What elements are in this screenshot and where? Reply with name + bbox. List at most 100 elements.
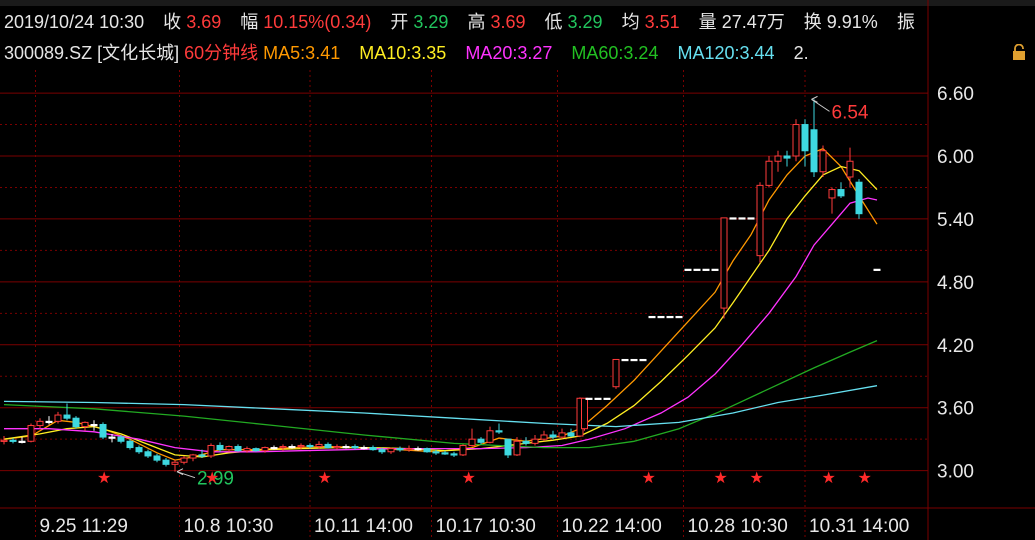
candle <box>792 119 800 162</box>
candle-body <box>324 443 332 449</box>
candle-body <box>684 268 692 271</box>
candle-body <box>549 434 557 438</box>
y-tick-label: 4.20 <box>937 336 974 357</box>
candle-body <box>162 459 170 465</box>
candle-body <box>99 423 107 438</box>
candle <box>846 147 854 188</box>
candle <box>324 442 332 449</box>
candle <box>594 397 602 400</box>
candle <box>162 458 170 467</box>
event-star-icon: ★ <box>714 468 728 487</box>
candle-layer <box>0 99 881 472</box>
candle <box>666 315 674 319</box>
candle <box>612 358 620 389</box>
candle <box>756 182 764 263</box>
candle-body <box>432 451 440 454</box>
candle <box>720 217 728 319</box>
candle <box>333 444 341 450</box>
candle-body <box>801 124 809 152</box>
candle <box>63 403 71 421</box>
candle <box>648 315 656 319</box>
candle <box>225 445 233 452</box>
candle-body <box>108 436 116 439</box>
candle <box>189 453 197 462</box>
y-tick-label: 5.40 <box>937 210 974 231</box>
candle <box>171 460 179 472</box>
candle-body <box>846 160 854 178</box>
candle <box>450 451 458 457</box>
candle <box>459 444 467 456</box>
candle-body <box>729 217 737 220</box>
candle <box>81 421 89 431</box>
y-tick-label: 6.60 <box>937 84 974 105</box>
candle <box>495 423 503 434</box>
x-tick-label: 9.25 11:29 <box>40 516 128 537</box>
x-tick-label: 10.11 14:00 <box>314 516 413 537</box>
candle-body <box>72 417 80 428</box>
candle <box>360 445 368 450</box>
candle <box>531 434 539 446</box>
candle <box>738 217 746 220</box>
candle-body <box>243 448 251 452</box>
event-star-icon: ★ <box>750 468 764 487</box>
candle-body <box>765 160 773 186</box>
candle-body <box>747 217 755 220</box>
candle <box>207 443 215 459</box>
candle <box>873 268 881 271</box>
ma10-line <box>3 165 878 458</box>
candle <box>369 445 377 451</box>
candle <box>810 99 818 177</box>
y-tick-label: 6.00 <box>937 147 974 168</box>
candle-body <box>378 449 386 453</box>
moving-average-layer <box>3 147 878 461</box>
candle-body <box>639 358 647 362</box>
candle <box>684 268 692 271</box>
candle <box>504 438 512 459</box>
candle <box>486 426 494 444</box>
candle <box>711 268 719 271</box>
candle-body <box>837 189 845 197</box>
candle-body <box>333 446 341 449</box>
candle <box>702 268 710 271</box>
candle-body <box>288 446 296 449</box>
candle-body <box>531 438 539 444</box>
candle <box>135 445 143 454</box>
candle-body <box>675 315 683 319</box>
event-star-icon: ★ <box>822 468 836 487</box>
candle <box>581 397 588 431</box>
candle-body <box>360 447 368 450</box>
candle-body <box>351 446 359 449</box>
candle-body <box>612 358 620 388</box>
candle-body <box>459 444 467 456</box>
candle-body <box>477 438 485 443</box>
candle-body <box>315 443 323 448</box>
candle-body <box>630 358 638 362</box>
candle-body <box>225 446 233 451</box>
event-star-icon: ★ <box>205 468 219 487</box>
candle <box>855 179 863 219</box>
candle-body <box>486 430 494 443</box>
candle-body <box>135 447 143 453</box>
candle-body <box>828 189 836 199</box>
candle-body <box>558 432 566 438</box>
candle-body <box>522 440 530 444</box>
candle <box>144 449 152 459</box>
candle-body <box>693 268 701 271</box>
candle-body <box>189 454 197 459</box>
candle-body <box>783 155 791 159</box>
y-tick-label: 4.80 <box>937 273 974 294</box>
candle <box>693 268 701 271</box>
candle-body <box>792 124 800 157</box>
candle-body <box>513 440 521 456</box>
candle-body <box>126 440 134 449</box>
candle <box>729 217 737 220</box>
candle-body <box>585 397 593 400</box>
candle <box>639 358 647 362</box>
candle-body <box>216 444 224 451</box>
candle-body <box>603 397 611 400</box>
x-tick-label: 10.17 10:30 <box>436 516 536 537</box>
price-chart: 6.60 6.00 5.40 4.80 4.20 3.60 3.00 9.25 11:29 10… <box>0 0 1035 540</box>
candle-body <box>81 421 89 428</box>
candle-body <box>666 315 674 319</box>
candle-body <box>198 454 206 457</box>
